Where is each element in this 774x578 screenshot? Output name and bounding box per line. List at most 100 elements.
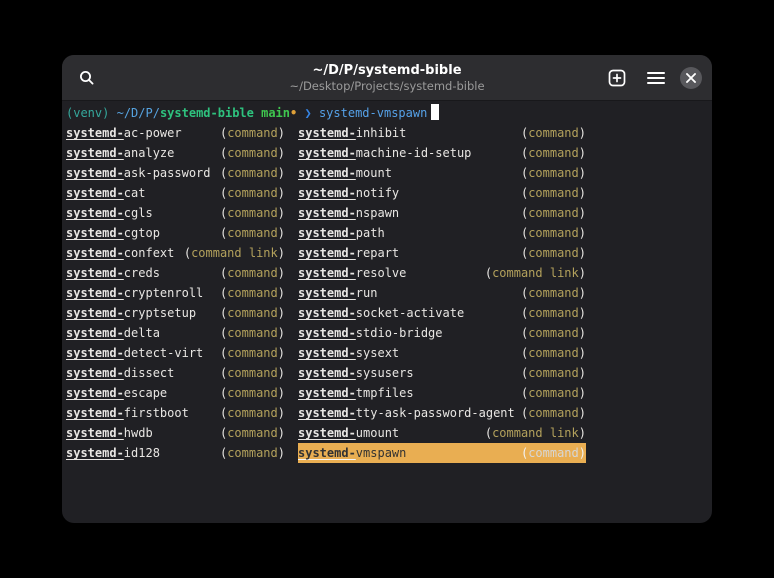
completion-row: systemd-detect-virt(command) systemd-syse… [66,343,708,363]
command-name: systemd-notify [298,183,399,203]
completion-item[interactable]: systemd-run(command) [298,283,586,303]
command-name: systemd-cat [66,183,145,203]
completion-tag: (command) [220,423,285,443]
completion-tag: (command link) [485,263,586,283]
window-title: ~/D/P/systemd-bible [289,63,484,79]
completion-tag: (command) [220,143,285,163]
completion-tag: (command) [220,363,285,383]
prompt-path-prefix: ~/D/P/ [117,106,160,120]
completion-row: systemd-dissect(command)systemd-sysusers… [66,363,708,383]
completion-item[interactable]: systemd-repart(command) [298,243,586,263]
completion-tag: (command) [521,163,586,183]
completion-item[interactable]: systemd-inhibit(command) [298,123,586,143]
completion-tag: (command) [521,443,586,463]
completion-tag: (command) [521,363,586,383]
completion-list: systemd-ac-power (command) systemd-inhibit… [66,123,708,463]
completion-row: systemd-hwdb(command) systemd-umount(comm… [66,423,708,443]
completion-item[interactable]: systemd-analyze(command) [66,143,285,163]
completion-row: systemd-cgtop(command) systemd-path (comma… [66,223,708,243]
completion-item[interactable]: systemd-ask-password(command) [66,163,285,183]
completion-item[interactable]: systemd-detect-virt(command) [66,343,285,363]
completion-item[interactable]: systemd-notify(command) [298,183,586,203]
completion-tag: (command) [220,303,285,323]
titlebar-actions [602,63,702,93]
completion-item[interactable]: systemd-machine-id-setup(command) [298,143,586,163]
completion-tag: (command link) [184,243,285,263]
completion-tag: (command) [521,203,586,223]
command-name: systemd-ac-power [66,123,182,143]
menu-icon [647,71,665,85]
completion-item[interactable]: systemd-path (command) [298,223,586,243]
completion-tag: (command) [220,123,285,143]
completion-item[interactable]: systemd-cat(command) [66,183,285,203]
completion-row: systemd-confext (command link) systemd-rep… [66,243,708,263]
completion-item[interactable]: systemd-firstboot(command) [66,403,285,423]
text-cursor [431,104,439,120]
completion-item[interactable]: systemd-sysext (command) [298,343,586,363]
command-name: systemd-cryptenroll [66,283,203,303]
completion-row: systemd-analyze(command) systemd-machine-… [66,143,708,163]
command-name: systemd-cgls [66,203,153,223]
completion-item[interactable]: systemd-creds(command) [66,263,285,283]
command-name: systemd-mount [298,163,392,183]
command-name: systemd-confext [66,243,174,263]
command-name: systemd-dissect [66,363,174,383]
completion-item[interactable]: systemd-cgls (command) [66,203,285,223]
completion-item[interactable]: systemd-socket-activate(command) [298,303,586,323]
completion-item[interactable]: systemd-cryptenroll (command) [66,283,285,303]
completion-row: systemd-ac-power (command) systemd-inhibit… [66,123,708,143]
completion-item[interactable]: systemd-nspawn(command) [298,203,586,223]
completion-tag: (command) [521,243,586,263]
prompt-path-name: systemd-bible [160,106,254,120]
completion-row: systemd-cryptsetup(command) systemd-socke… [66,303,708,323]
command-name: systemd-delta [66,323,160,343]
titlebar[interactable]: ~/D/P/systemd-bible ~/Desktop/Projects/s… [62,55,712,101]
completion-tag: (command) [521,343,586,363]
completion-item[interactable]: systemd-sysusers(command) [298,363,586,383]
completion-tag: (command) [220,323,285,343]
completion-tag: (command) [521,223,586,243]
completion-tag: (command) [220,203,285,223]
command-name: systemd-run [298,283,377,303]
completion-item[interactable]: systemd-mount (command) [298,163,586,183]
terminal-content[interactable]: (venv) ~/D/P/systemd-bible main• ❯ syste… [62,101,712,523]
search-button[interactable] [72,63,102,93]
completion-row: systemd-creds(command) systemd-resolve(co… [66,263,708,283]
completion-item[interactable]: systemd-hwdb(command) [66,423,285,443]
completion-row: systemd-cat(command) systemd-notify(comma… [66,183,708,203]
command-name: systemd-socket-activate [298,303,464,323]
completion-item[interactable]: systemd-dissect (command) [66,363,285,383]
completion-item[interactable]: systemd-id128(command) [66,443,285,463]
completion-item[interactable]: systemd-cryptsetup(command) [66,303,285,323]
completion-row: systemd-cryptenroll (command) systemd-run(… [66,283,708,303]
command-name: systemd-machine-id-setup [298,143,471,163]
completion-item[interactable]: systemd-stdio-bridge(command) [298,323,586,343]
completion-item[interactable]: systemd-cgtop(command) [66,223,285,243]
command-name: systemd-tmpfiles [298,383,414,403]
new-tab-button[interactable] [602,63,632,93]
search-icon [78,69,96,87]
completion-tag: (command) [220,283,285,303]
completion-item-selected[interactable]: systemd-vmspawn(command) [298,443,586,463]
completion-row: systemd-firstboot(command) systemd-tty-as… [66,403,708,423]
completion-tag: (command) [220,223,285,243]
command-name: systemd-sysext [298,343,399,363]
completion-item[interactable]: systemd-ac-power (command) [66,123,285,143]
typed-command: systemd-vmspawn [319,106,427,120]
completion-tag: (command) [220,263,285,283]
window-title-block: ~/D/P/systemd-bible ~/Desktop/Projects/s… [289,63,484,93]
completion-item[interactable]: systemd-escape(command) [66,383,285,403]
completion-tag: (command) [521,383,586,403]
completion-item[interactable]: systemd-confext (command link) [66,243,285,263]
completion-row: systemd-delta (command) systemd-stdio-brid… [66,323,708,343]
completion-item[interactable]: systemd-tmpfiles (command) [298,383,586,403]
menu-button[interactable] [641,63,671,93]
completion-item[interactable]: systemd-resolve(command link) [298,263,586,283]
completion-item[interactable]: systemd-umount(command link) [298,423,586,443]
desktop-background: ~/D/P/systemd-bible ~/Desktop/Projects/s… [0,0,774,578]
command-name: systemd-path [298,223,385,243]
completion-item[interactable]: systemd-delta (command) [66,323,285,343]
close-button[interactable] [680,67,702,89]
completion-tag: (command) [220,443,285,463]
completion-item[interactable]: systemd-tty-ask-password-agent(command) [298,403,586,423]
